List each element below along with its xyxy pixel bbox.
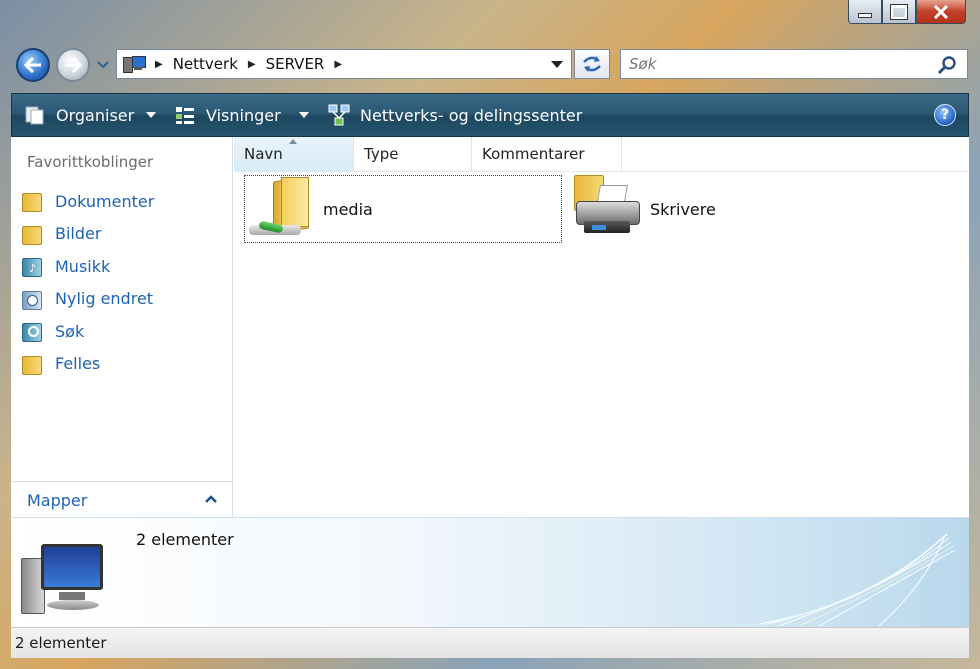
forward-button[interactable] <box>56 48 90 82</box>
nav-item-nylig-endret[interactable]: Nylig endret <box>11 283 233 316</box>
maximize-icon <box>890 3 908 20</box>
minimize-icon <box>858 13 872 18</box>
network-computer-icon <box>123 55 146 73</box>
breadcrumb-separator-icon[interactable]: ▶ <box>334 59 342 70</box>
refresh-button[interactable] <box>574 49 610 79</box>
recent-pages-dropdown[interactable] <box>96 58 110 72</box>
refresh-icon <box>583 56 601 72</box>
details-pane: 2 elementer <box>11 517 969 628</box>
network-sharing-center-button[interactable]: Nettverks- og delingssenter <box>328 94 582 136</box>
address-dropdown-icon[interactable] <box>551 61 563 68</box>
address-row: ▶ Nettverk ▶ SERVER ▶ <box>0 40 980 92</box>
column-header-type[interactable]: Type <box>354 137 472 171</box>
close-button[interactable] <box>916 0 966 24</box>
window-controls <box>848 0 966 26</box>
column-label: Type <box>364 145 399 163</box>
nav-item-sok[interactable]: Søk <box>11 315 233 348</box>
file-item-skrivere[interactable]: Skrivere <box>572 175 792 243</box>
address-bar[interactable]: ▶ Nettverk ▶ SERVER ▶ <box>116 49 572 79</box>
folder-icon <box>21 354 42 375</box>
music-folder-icon: ♪ <box>21 256 42 278</box>
organise-label: Organiser <box>56 105 135 125</box>
shared-folder-icon <box>245 175 313 243</box>
sort-ascending-icon <box>289 139 297 144</box>
navigation-pane: Favorittkoblinger Dokumenter Bilder ♪ Mu… <box>11 137 233 517</box>
search-input[interactable] <box>627 54 931 74</box>
status-bar: 2 elementer <box>11 627 969 658</box>
organise-icon <box>25 106 44 125</box>
breadcrumb-separator-icon[interactable]: ▶ <box>155 59 163 70</box>
help-icon: ? <box>940 107 950 123</box>
chevron-down-icon <box>97 61 109 69</box>
favorites-heading: Favorittkoblinger <box>27 153 154 171</box>
column-headers: Navn Type Kommentarer <box>234 137 969 172</box>
help-button[interactable]: ? <box>934 104 956 126</box>
organise-menu[interactable]: Organiser <box>24 94 157 136</box>
network-center-icon <box>328 104 350 126</box>
folder-icon <box>21 191 42 213</box>
command-bar: Organiser Visninger Nettverks- og deling… <box>11 93 969 137</box>
nav-item-label: Felles <box>55 354 101 374</box>
nav-item-label: Dokumenter <box>55 191 155 211</box>
decorative-swoosh <box>759 533 956 626</box>
search-folder-icon <box>21 321 42 343</box>
column-header-navn[interactable]: Navn <box>234 137 354 171</box>
chevron-down-icon <box>298 112 309 118</box>
forward-arrow-icon <box>65 57 82 73</box>
maximize-button[interactable] <box>882 0 916 24</box>
column-header-kommentarer[interactable]: Kommentarer <box>472 137 622 171</box>
breadcrumb-server[interactable]: SERVER <box>266 55 325 73</box>
views-icon <box>176 107 194 124</box>
nav-item-label: Musikk <box>55 256 111 276</box>
close-icon <box>933 4 949 19</box>
chevron-down-icon <box>146 112 157 118</box>
minimize-button[interactable] <box>848 0 882 24</box>
nav-item-musikk[interactable]: ♪ Musikk <box>11 250 233 283</box>
network-center-label: Nettverks- og delingssenter <box>360 105 583 125</box>
computer-icon <box>19 542 107 616</box>
column-label: Kommentarer <box>482 145 585 163</box>
folders-toggle[interactable]: Mapper <box>11 481 232 518</box>
column-label: Navn <box>244 145 283 163</box>
title-bar[interactable] <box>0 0 980 40</box>
nav-item-label: Bilder <box>55 224 102 244</box>
search-icon[interactable] <box>937 55 957 75</box>
status-text: 2 elementer <box>15 634 107 652</box>
views-label: Visninger <box>206 105 281 125</box>
folders-label: Mapper <box>27 490 88 510</box>
search-box[interactable] <box>620 49 968 79</box>
details-count: 2 elementer <box>136 530 234 549</box>
nav-item-felles[interactable]: Felles <box>11 348 233 381</box>
file-item-media[interactable]: media <box>244 175 562 243</box>
back-button[interactable] <box>16 48 50 82</box>
nav-item-bilder[interactable]: Bilder <box>11 218 233 251</box>
printer-folder-icon <box>572 175 640 243</box>
nav-item-dokumenter[interactable]: Dokumenter <box>11 185 233 218</box>
chevron-up-icon <box>205 495 217 503</box>
recent-folder-icon <box>21 289 42 310</box>
file-item-label: Skrivere <box>650 199 716 219</box>
nav-item-label: Nylig endret <box>55 289 154 309</box>
content-area: Favorittkoblinger Dokumenter Bilder ♪ Mu… <box>11 137 969 517</box>
breadcrumb-separator-icon[interactable]: ▶ <box>248 59 256 70</box>
nav-item-label: Søk <box>55 321 85 341</box>
breadcrumb-nettverk[interactable]: Nettverk <box>173 55 238 73</box>
file-list: Navn Type Kommentarer media Skrivere <box>234 137 969 517</box>
folder-icon <box>21 224 42 245</box>
file-item-label: media <box>323 199 373 219</box>
back-arrow-icon <box>24 57 41 73</box>
views-menu[interactable]: Visninger <box>174 94 309 136</box>
favorite-links-list: Dokumenter Bilder ♪ Musikk Nylig endret … <box>11 185 233 380</box>
explorer-window: ▶ Nettverk ▶ SERVER ▶ Søk Organiser Visn… <box>0 0 980 669</box>
